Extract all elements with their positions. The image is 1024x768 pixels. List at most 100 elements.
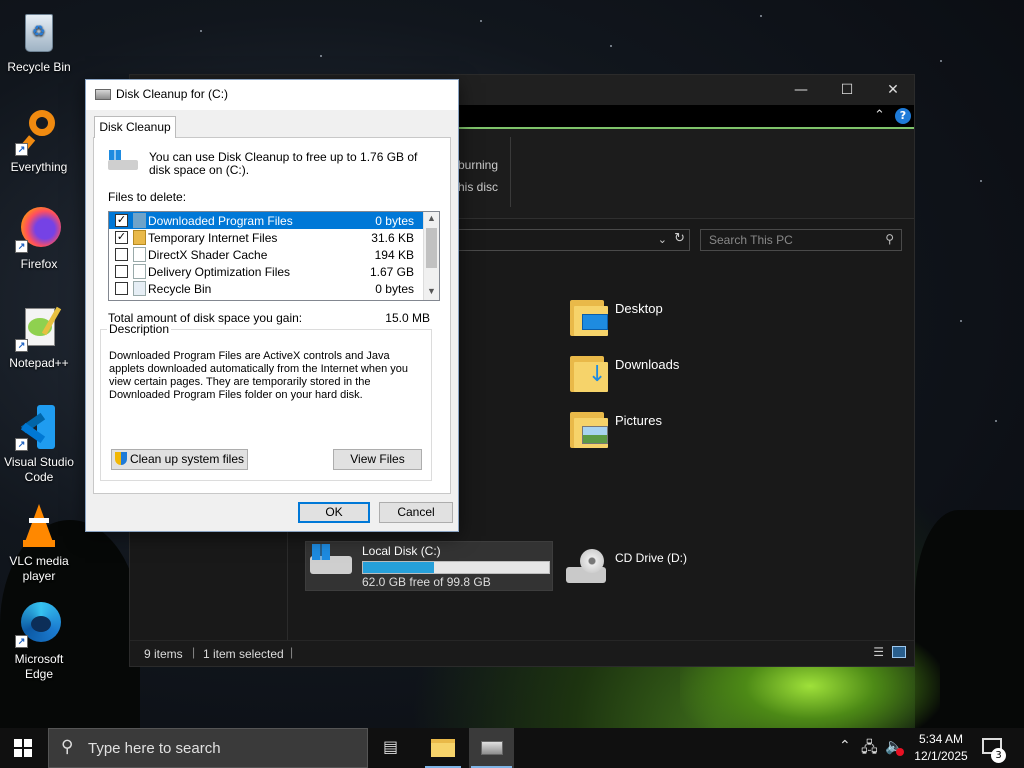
taskbar-search-placeholder: Type here to search xyxy=(88,740,221,757)
clean-up-system-files-button[interactable]: Clean up system files xyxy=(111,449,248,470)
notepad-plus-plus-icon: ↗ xyxy=(15,304,63,352)
taskbar-file-explorer[interactable] xyxy=(423,728,463,768)
desktop-icon-label: VLC media player xyxy=(9,554,69,583)
drive-item-local-disk[interactable]: Local Disk (C:) 62.0 GB free of 99.8 GB xyxy=(305,541,553,591)
lock-icon xyxy=(133,230,146,245)
item-count: 9 items xyxy=(144,647,183,661)
scroll-up-icon[interactable]: ▲ xyxy=(427,213,436,223)
maximize-button[interactable]: ☐ xyxy=(824,75,870,105)
checkbox[interactable] xyxy=(115,248,128,261)
file-size: 0 bytes xyxy=(375,214,414,228)
file-size: 31.6 KB xyxy=(371,231,414,245)
file-name: DirectX Shader Cache xyxy=(148,248,268,262)
file-explorer-icon xyxy=(431,739,455,757)
disk-cleanup-dialog[interactable]: Disk Cleanup for (C:) Disk Cleanup You c… xyxy=(85,79,459,532)
list-item-temporary-internet-files[interactable]: ✓ Temporary Internet Files 31.6 KB xyxy=(109,229,424,246)
view-files-button[interactable]: View Files xyxy=(333,449,422,470)
checkbox[interactable]: ✓ xyxy=(115,214,128,227)
task-view-icon[interactable]: ▤ xyxy=(383,737,398,756)
status-bar: 9 items | 1 item selected | ☰ xyxy=(130,640,914,666)
description-text: Downloaded Program Files are ActiveX con… xyxy=(109,350,409,401)
desktop-icon-label: Visual Studio Code xyxy=(4,455,74,484)
desktop-icon-vlc[interactable]: VLC media player xyxy=(2,502,76,584)
windows-start-icon[interactable] xyxy=(14,739,32,757)
desktop-icon-notepad-plus-plus[interactable]: ↗ Notepad++ xyxy=(2,304,76,371)
shortcut-arrow-icon: ↗ xyxy=(15,143,28,156)
desktop-folder-icon xyxy=(570,296,610,336)
minimize-button[interactable]: — xyxy=(778,75,824,105)
shortcut-arrow-icon: ↗ xyxy=(15,635,28,648)
dialog-titlebar[interactable]: Disk Cleanup for (C:) xyxy=(86,80,458,110)
pictures-folder-icon xyxy=(570,408,610,448)
desktop-icon-everything[interactable]: ↗ Everything xyxy=(2,108,76,175)
list-item-directx-shader-cache[interactable]: DirectX Shader Cache 194 KB xyxy=(109,246,424,263)
ribbon-divider xyxy=(510,137,511,207)
ribbon-burn-label-2[interactable]: his disc xyxy=(458,180,498,194)
folder-label: Pictures xyxy=(615,413,662,428)
recycle-bin-icon: ♻ xyxy=(15,8,63,56)
search-magnifier-icon: ↗ xyxy=(15,108,63,156)
scroll-down-icon[interactable]: ▼ xyxy=(427,286,436,296)
scrollbar-thumb[interactable] xyxy=(426,228,437,268)
file-icon xyxy=(133,264,146,279)
clean-up-system-files-label: Clean up system files xyxy=(129,452,245,466)
folder-label: Downloads xyxy=(615,357,680,372)
total-gain-value: 15.0 MB xyxy=(385,311,430,325)
close-button[interactable]: ✕ xyxy=(870,75,916,105)
tab-disk-cleanup[interactable]: Disk Cleanup xyxy=(94,116,176,138)
ok-button[interactable]: OK xyxy=(298,502,370,523)
checkbox[interactable] xyxy=(115,282,128,295)
taskbar: ⚲ Type here to search ▤ ⌃ 🖧 🔈 5:34 AM 12… xyxy=(0,728,1024,768)
desktop-icon-label: Notepad++ xyxy=(9,356,69,370)
checkbox[interactable] xyxy=(115,265,128,278)
status-separator: | xyxy=(192,645,196,659)
search-placeholder: Search This PC xyxy=(709,233,793,247)
address-bar[interactable]: ⌄ ↻ xyxy=(458,229,690,251)
drive-label: Local Disk (C:) xyxy=(362,544,441,558)
status-separator: | xyxy=(290,645,294,659)
list-scrollbar[interactable]: ▲ ▼ xyxy=(423,212,439,300)
chevron-down-icon[interactable]: ⌄ xyxy=(658,233,667,246)
cancel-button[interactable]: Cancel xyxy=(379,502,453,523)
downloads-folder-icon: ↓ xyxy=(570,352,610,392)
list-item-downloaded-program-files[interactable]: ✓ Downloaded Program Files 0 bytes xyxy=(109,212,424,229)
large-icons-view-icon[interactable] xyxy=(892,646,906,658)
refresh-icon[interactable]: ↻ xyxy=(674,231,685,246)
list-item-delivery-optimization-files[interactable]: Delivery Optimization Files 1.67 GB xyxy=(109,263,424,280)
taskbar-search-box[interactable]: ⚲ Type here to search xyxy=(48,728,368,768)
collapse-ribbon-icon[interactable]: ⌃ xyxy=(874,108,885,123)
desktop-icon-edge[interactable]: ↗ Microsoft Edge xyxy=(2,600,76,682)
shortcut-arrow-icon: ↗ xyxy=(15,339,28,352)
file-name: Downloaded Program Files xyxy=(148,214,293,228)
file-name: Temporary Internet Files xyxy=(148,231,278,245)
desktop-icon-firefox[interactable]: ↗ Firefox xyxy=(2,205,76,272)
desktop-icon-recycle-bin[interactable]: ♻ Recycle Bin xyxy=(2,8,76,75)
details-view-icon[interactable]: ☰ xyxy=(873,645,884,659)
vscode-icon: ↗ xyxy=(15,403,63,451)
shield-icon xyxy=(114,452,127,465)
firefox-icon: ↗ xyxy=(15,205,63,253)
search-box[interactable]: Search This PC ⚲ xyxy=(700,229,902,251)
clock-time[interactable]: 5:34 AM xyxy=(910,732,972,746)
desktop-icon-label: Everything xyxy=(10,160,68,174)
dialog-title: Disk Cleanup for (C:) xyxy=(116,87,229,101)
search-icon: ⚲ xyxy=(61,737,74,756)
desktop-icon-vscode[interactable]: ↗ Visual Studio Code xyxy=(2,403,76,485)
clock-date[interactable]: 12/1/2025 xyxy=(910,749,972,763)
volume-mute-badge-icon xyxy=(896,748,904,756)
file-icon xyxy=(133,213,146,228)
intro-text: You can use Disk Cleanup to free up to 1… xyxy=(149,150,418,177)
files-to-delete-label: Files to delete: xyxy=(108,190,187,204)
taskbar-disk-cleanup[interactable] xyxy=(469,728,514,768)
disk-cleanup-icon xyxy=(481,741,503,755)
drive-label: CD Drive (D:) xyxy=(615,551,687,565)
help-icon[interactable]: ? xyxy=(895,108,911,124)
ribbon-burn-label[interactable]: burning xyxy=(458,158,498,172)
edge-icon: ↗ xyxy=(15,600,63,648)
checkbox[interactable]: ✓ xyxy=(115,231,128,244)
show-hidden-icons-chevron-icon[interactable]: ⌃ xyxy=(839,738,851,754)
network-icon[interactable]: 🖧 xyxy=(861,737,878,762)
files-listbox[interactable]: ✓ Downloaded Program Files 0 bytes ✓ Tem… xyxy=(108,211,440,301)
list-item-recycle-bin[interactable]: Recycle Bin 0 bytes xyxy=(109,280,424,297)
vlc-cone-icon xyxy=(15,502,63,550)
